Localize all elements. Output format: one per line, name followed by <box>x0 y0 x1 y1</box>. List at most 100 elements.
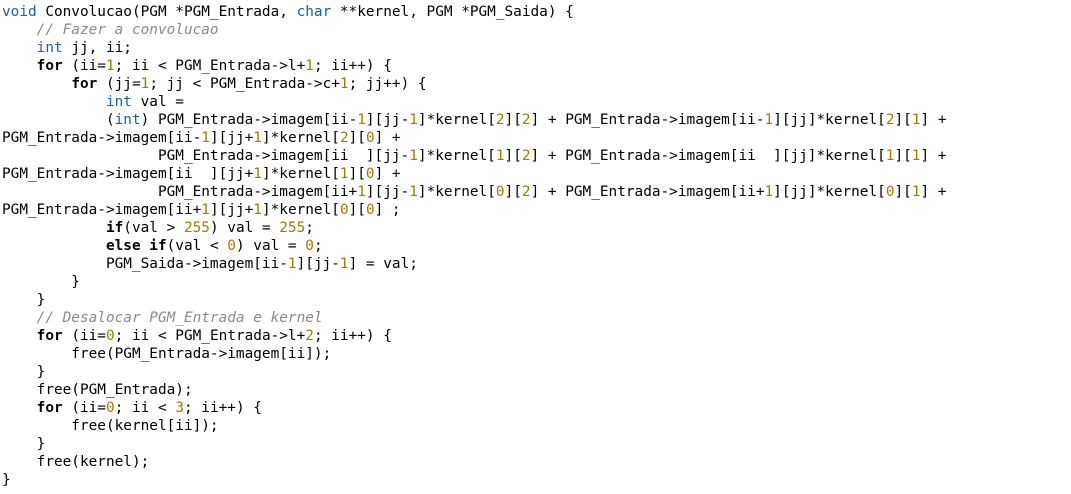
number-literal: 1 <box>305 58 314 74</box>
code-text: } <box>2 364 46 380</box>
code-text: jj, ii; <box>62 40 132 56</box>
code-text: ][ <box>504 148 522 164</box>
code-line[interactable]: PGM_Entrada->imagem[ii+1][jj+1]*kernel[0… <box>0 201 1071 219</box>
code-line[interactable]: for (ii=0; ii < PGM_Entrada->l+2; ii++) … <box>0 327 1071 345</box>
code-text: val = <box>131 94 184 110</box>
code-editor[interactable]: void Convolucao(PGM *PGM_Entrada, char *… <box>0 0 1071 494</box>
code-text: ] + <box>920 184 947 200</box>
number-literal: 2 <box>885 112 895 128</box>
code-line[interactable]: } <box>0 363 1071 381</box>
code-text: ; ii++) { <box>183 400 262 416</box>
number-literal: 1 <box>201 202 210 218</box>
code-line[interactable]: free(PGM_Entrada->imagem[ii]); <box>0 345 1071 363</box>
code-line[interactable]: PGM_Entrada->imagem[ii ][jj-1]*kernel[1]… <box>0 147 1071 165</box>
number-literal: 1 <box>339 166 349 182</box>
code-text: ] + <box>374 166 401 182</box>
code-line[interactable]: PGM_Entrada->imagem[ii-1][jj+1]*kernel[2… <box>0 129 1071 147</box>
code-line[interactable]: // Desalocar PGM_Entrada e kernel <box>0 309 1071 327</box>
number-literal: 1 <box>140 76 150 92</box>
code-text: (ii= <box>62 58 106 74</box>
code-line[interactable]: } <box>0 291 1071 309</box>
control-keyword: for <box>36 400 63 416</box>
code-line[interactable]: for (jj=1; jj < PGM_Entrada->c+1; jj++) … <box>0 75 1071 93</box>
code-line[interactable]: if(val > 255) val = 255; <box>0 219 1071 237</box>
number-literal: 1 <box>253 202 262 218</box>
code-text: ] ; <box>374 202 401 218</box>
code-text: ][jj+ <box>209 130 254 146</box>
code-text: ][jj- <box>296 256 340 272</box>
number-literal: 1 <box>357 184 366 200</box>
code-text: ; ii < <box>114 400 176 416</box>
code-text: free(PGM_Entrada->imagem[ii]); <box>2 346 332 362</box>
code-text: } <box>2 472 11 488</box>
control-keyword: for <box>71 76 98 92</box>
type-keyword: int <box>105 94 132 110</box>
code-text: ) val = <box>235 238 306 254</box>
code-text: ][jj]*kernel[ <box>773 112 886 128</box>
code-line[interactable]: PGM_Saida->imagem[ii-1][jj-1] = val; <box>0 255 1071 273</box>
code-text: ] + <box>920 112 947 128</box>
code-text: (jj= <box>97 76 141 92</box>
number-literal: 1 <box>253 166 262 182</box>
number-literal: 1 <box>409 112 418 128</box>
code-line[interactable]: void Convolucao(PGM *PGM_Entrada, char *… <box>0 3 1071 21</box>
number-literal: 1 <box>495 148 505 164</box>
code-text: ; ii < PGM_Entrada->l+ <box>114 58 306 74</box>
code-line[interactable]: free(PGM_Entrada); <box>0 381 1071 399</box>
code-text: ) val = <box>209 220 280 236</box>
code-text: ] + PGM_Entrada->imagem[ii- <box>530 112 765 128</box>
code-line[interactable]: } <box>0 471 1071 489</box>
number-literal: 1 <box>339 256 349 272</box>
code-text: ]*kernel[ <box>261 130 340 146</box>
code-line[interactable]: int val = <box>0 93 1071 111</box>
code-line[interactable]: for (ii=0; ii < 3; ii++) { <box>0 399 1071 417</box>
code-text: ][ <box>894 184 912 200</box>
code-line[interactable]: for (ii=1; ii < PGM_Entrada->l+1; ii++) … <box>0 57 1071 75</box>
code-text: Convolucao(PGM *PGM_Entrada, <box>36 4 297 20</box>
code-text: (val < <box>166 238 228 254</box>
number-literal: 0 <box>305 238 314 254</box>
code-line[interactable]: int jj, ii; <box>0 39 1071 57</box>
number-literal: 255 <box>183 220 210 236</box>
number-literal: 2 <box>521 184 531 200</box>
code-line[interactable]: free(kernel); <box>0 453 1071 471</box>
code-line[interactable]: (int) PGM_Entrada->imagem[ii-1][jj-1]*ke… <box>0 111 1071 129</box>
number-literal: 0 <box>365 202 375 218</box>
code-text: ) PGM_Entrada->imagem[ii- <box>140 112 358 128</box>
control-keyword: for <box>36 328 63 344</box>
number-literal: 1 <box>764 112 774 128</box>
code-text: (ii= <box>62 400 106 416</box>
number-literal: 2 <box>495 112 505 128</box>
code-text: PGM_Entrada->imagem[ii ][jj- <box>2 148 410 164</box>
code-text: free(kernel[ii]); <box>2 418 219 434</box>
code-line[interactable]: } <box>0 273 1071 291</box>
code-text: ; <box>305 220 314 236</box>
code-text: ] + <box>920 148 947 164</box>
code-line[interactable]: PGM_Entrada->imagem[ii ][jj+1]*kernel[1]… <box>0 165 1071 183</box>
code-line[interactable]: free(kernel[ii]); <box>0 417 1071 435</box>
code-text: ][jj- <box>365 184 410 200</box>
type-keyword: int <box>114 112 141 128</box>
code-comment: // Desalocar PGM_Entrada e kernel <box>36 310 323 326</box>
code-text: PGM_Saida->imagem[ii- <box>2 256 288 272</box>
number-literal: 0 <box>365 166 375 182</box>
code-text: ][jj- <box>365 112 410 128</box>
code-text: free(kernel); <box>2 454 150 470</box>
number-literal: 1 <box>339 76 349 92</box>
code-text: ][ <box>348 130 366 146</box>
code-text: ] = val; <box>348 256 418 272</box>
number-literal: 2 <box>305 328 314 344</box>
code-text: ][ <box>894 148 912 164</box>
code-text: **kernel, PGM *PGM_Saida) { <box>331 4 574 20</box>
code-line[interactable]: } <box>0 435 1071 453</box>
control-keyword: for <box>36 58 63 74</box>
code-line[interactable]: PGM_Entrada->imagem[ii+1][jj-1]*kernel[0… <box>0 183 1071 201</box>
number-literal: 0 <box>339 202 349 218</box>
code-line[interactable]: // Fazer a convolucao <box>0 21 1071 39</box>
code-text: ][ <box>348 166 366 182</box>
code-line[interactable]: else if(val < 0) val = 0; <box>0 237 1071 255</box>
